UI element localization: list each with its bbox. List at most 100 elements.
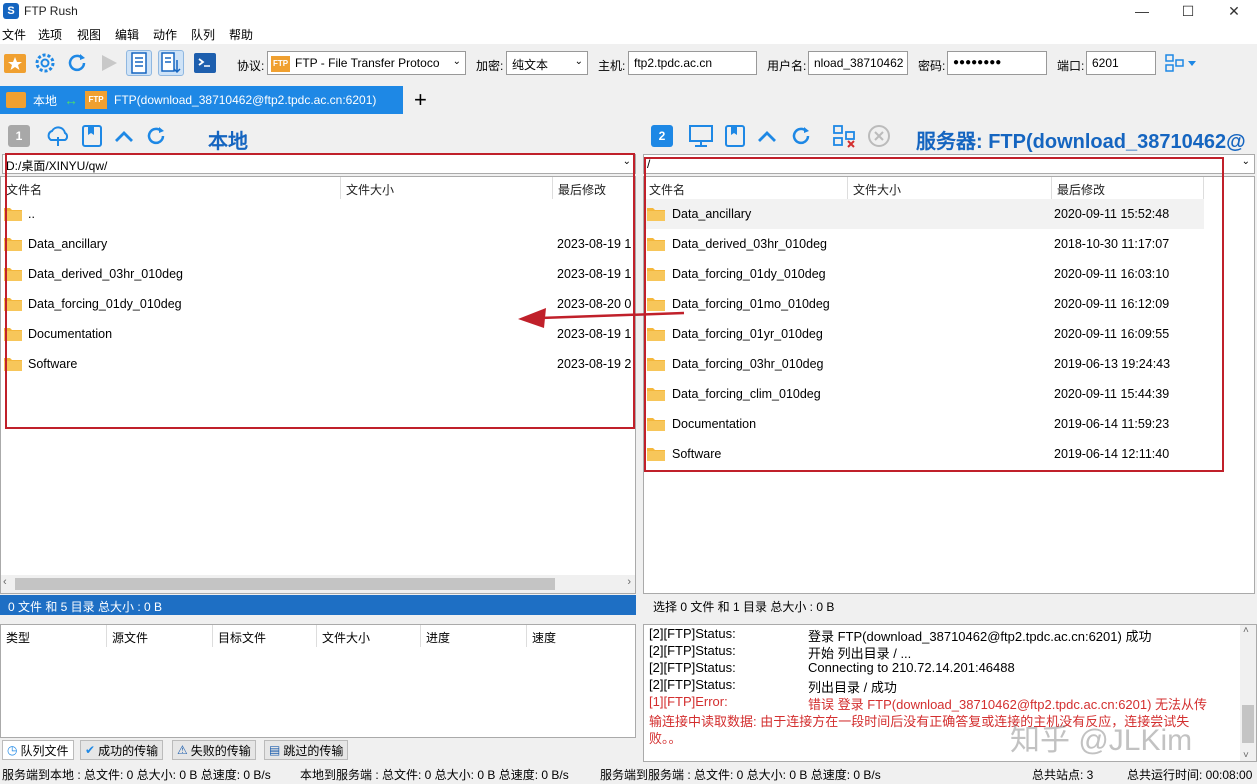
log-panel: [2][FTP]Status: 登录 FTP(download_38710462@…: [643, 624, 1257, 762]
minimize-icon[interactable]: —: [1119, 0, 1165, 22]
annotation-box-local: [5, 153, 635, 429]
remote-status-bar: 选择 0 文件 和 1 目录 总大小 : 0 B: [643, 595, 1257, 615]
queue-tabs: ◷ 队列文件 ✔ 成功的传输 ⚠ 失败的传输 ▤ 跳过的传输: [0, 740, 640, 760]
col-progress[interactable]: 进度: [421, 625, 527, 647]
menu-options[interactable]: 选项: [38, 26, 62, 43]
tab-local-remote[interactable]: 本地 ↔ FTP FTP(download_38710462@ftp2.tpdc…: [0, 86, 403, 114]
log-error-continued: 败。。: [649, 731, 682, 746]
scrollbar-thumb[interactable]: [15, 578, 555, 590]
remote-panel-header: 2 服务器: FTP(download_38710462@: [643, 120, 1257, 152]
encryption-select[interactable]: 纯文本 ⌄: [506, 51, 588, 75]
tab-queue-files[interactable]: ◷ 队列文件: [2, 740, 74, 760]
app-logo-icon: S: [3, 3, 19, 19]
horizontal-scrollbar[interactable]: ‹ ›: [1, 575, 635, 593]
computer-icon: [6, 92, 26, 108]
queue-list: 类型 源文件 目标文件 文件大小 进度 速度: [0, 624, 636, 738]
menu-view[interactable]: 视图: [77, 26, 101, 43]
check-icon: ✔: [85, 743, 96, 757]
tab-failed[interactable]: ⚠ 失败的传输: [172, 740, 256, 760]
col-size[interactable]: 文件大小: [317, 625, 421, 647]
skip-icon: ▤: [269, 743, 281, 757]
panel-number: 1: [8, 125, 30, 147]
add-tab-button[interactable]: +: [414, 86, 436, 114]
scroll-up-icon[interactable]: ˄: [1243, 625, 1249, 636]
server-to-local-stats: 服务端到本地 : 总文件: 0 总大小: 0 B 总速度: 0 B/s: [2, 768, 271, 782]
tab-skipped[interactable]: ▤ 跳过的传输: [264, 740, 349, 760]
scroll-down-icon[interactable]: ˅: [1243, 750, 1249, 761]
protocol-label: 协议:: [237, 59, 265, 73]
parent-directory-icon[interactable]: [753, 123, 781, 149]
col-type[interactable]: 类型: [1, 625, 107, 647]
col-source[interactable]: 源文件: [107, 625, 213, 647]
warning-icon: ⚠: [177, 743, 188, 757]
refresh-icon[interactable]: [142, 123, 170, 149]
protocol-select[interactable]: FTP FTP - File Transfer Protoco ⌄: [267, 51, 466, 75]
stop-icon[interactable]: [865, 123, 893, 149]
scroll-left-icon[interactable]: ‹: [3, 576, 7, 588]
local-panel-header: 1 本地: [0, 120, 636, 153]
terminal-icon[interactable]: [192, 50, 218, 76]
menu-queue[interactable]: 队列: [191, 26, 215, 43]
site-manager-icon[interactable]: [2, 50, 28, 76]
menu-help[interactable]: 帮助: [229, 26, 253, 43]
title-bar: S FTP Rush — ☐ ✕: [0, 0, 1257, 22]
scroll-right-icon[interactable]: ›: [627, 576, 631, 588]
ftp-icon: FTP: [271, 56, 290, 72]
port-label: 端口:: [1057, 59, 1085, 73]
local-panel-title: 本地: [208, 131, 248, 153]
username-label: 用户名:: [767, 59, 807, 73]
settings-gear-icon[interactable]: [32, 50, 58, 76]
watermark: 知乎 @JLKim: [1010, 724, 1193, 757]
menu-file[interactable]: 文件: [2, 26, 26, 43]
reconnect-icon[interactable]: [64, 50, 90, 76]
log-source: [2][FTP]Status:: [649, 677, 736, 692]
connect-menu-icon[interactable]: [1162, 50, 1200, 76]
bottom-status-bar: 服务端到本地 : 总文件: 0 总大小: 0 B 总速度: 0 B/s 本地到服…: [0, 762, 1257, 784]
panel-number: 2: [651, 125, 673, 147]
annotation-arrow: [518, 308, 685, 328]
maximize-icon[interactable]: ☐: [1165, 0, 1211, 22]
password-label: 密码:: [918, 59, 946, 73]
tab-remote-label: FTP(download_38710462@ftp2.tpdc.ac.cn:62…: [114, 93, 377, 107]
vertical-scrollbar[interactable]: ˄ ˅: [1240, 625, 1256, 761]
tab-bar: 本地 ↔ FTP FTP(download_38710462@ftp2.tpdc…: [0, 84, 1257, 116]
clock-icon: ◷: [7, 743, 18, 757]
chevron-down-icon: ⌄: [1241, 156, 1250, 167]
log-source: [1][FTP]Error:: [649, 694, 728, 709]
scrollbar-thumb[interactable]: [1242, 705, 1254, 743]
transfer-list-icon[interactable]: [158, 50, 184, 76]
total-runtime: 总共运行时间: 00:08:00: [1127, 768, 1253, 782]
menu-bar: 文件 选项 视图 编辑 动作 队列 帮助: [0, 22, 1257, 44]
annotation-box-remote: [644, 157, 1224, 472]
bookmark-icon[interactable]: [78, 123, 106, 149]
username-input[interactable]: nload_38710462: [808, 51, 908, 75]
play-icon[interactable]: [96, 50, 122, 76]
parent-directory-icon[interactable]: [110, 123, 138, 149]
cloud-upload-icon[interactable]: [44, 123, 72, 149]
local-status-bar: 0 文件 和 5 目录 总大小 : 0 B: [0, 595, 636, 615]
menu-edit[interactable]: 编辑: [115, 26, 139, 43]
close-icon[interactable]: ✕: [1211, 0, 1257, 22]
chevron-down-icon: ⌄: [574, 56, 583, 67]
col-speed[interactable]: 速度: [527, 625, 635, 647]
encryption-label: 加密:: [476, 59, 504, 73]
toolbar: 协议: FTP FTP - File Transfer Protoco ⌄ 加密:…: [0, 44, 1257, 84]
log-source: [2][FTP]Status:: [649, 660, 736, 675]
col-target[interactable]: 目标文件: [213, 625, 317, 647]
refresh-icon[interactable]: [787, 123, 815, 149]
menu-action[interactable]: 动作: [153, 26, 177, 43]
port-input[interactable]: 6201: [1086, 51, 1156, 75]
host-input[interactable]: ftp2.tpdc.ac.cn: [628, 51, 757, 75]
total-sites: 总共站点: 3: [1032, 768, 1094, 782]
password-input[interactable]: ●●●●●●●●: [947, 51, 1047, 75]
bookmark-icon[interactable]: [721, 123, 749, 149]
tab-successful[interactable]: ✔ 成功的传输: [80, 740, 164, 760]
remote-panel-title: 服务器: FTP(download_38710462@: [916, 131, 1246, 152]
ftp-icon: FTP: [85, 91, 108, 109]
server-to-server-stats: 服务端到服务端 : 总文件: 0 总大小: 0 B 总速度: 0 B/s: [600, 768, 881, 782]
document-view-icon[interactable]: [126, 50, 152, 76]
tab-local-label: 本地: [33, 93, 58, 108]
disconnect-network-icon[interactable]: [831, 123, 859, 149]
monitor-icon[interactable]: [687, 123, 715, 149]
log-source: [2][FTP]Status:: [649, 643, 736, 658]
